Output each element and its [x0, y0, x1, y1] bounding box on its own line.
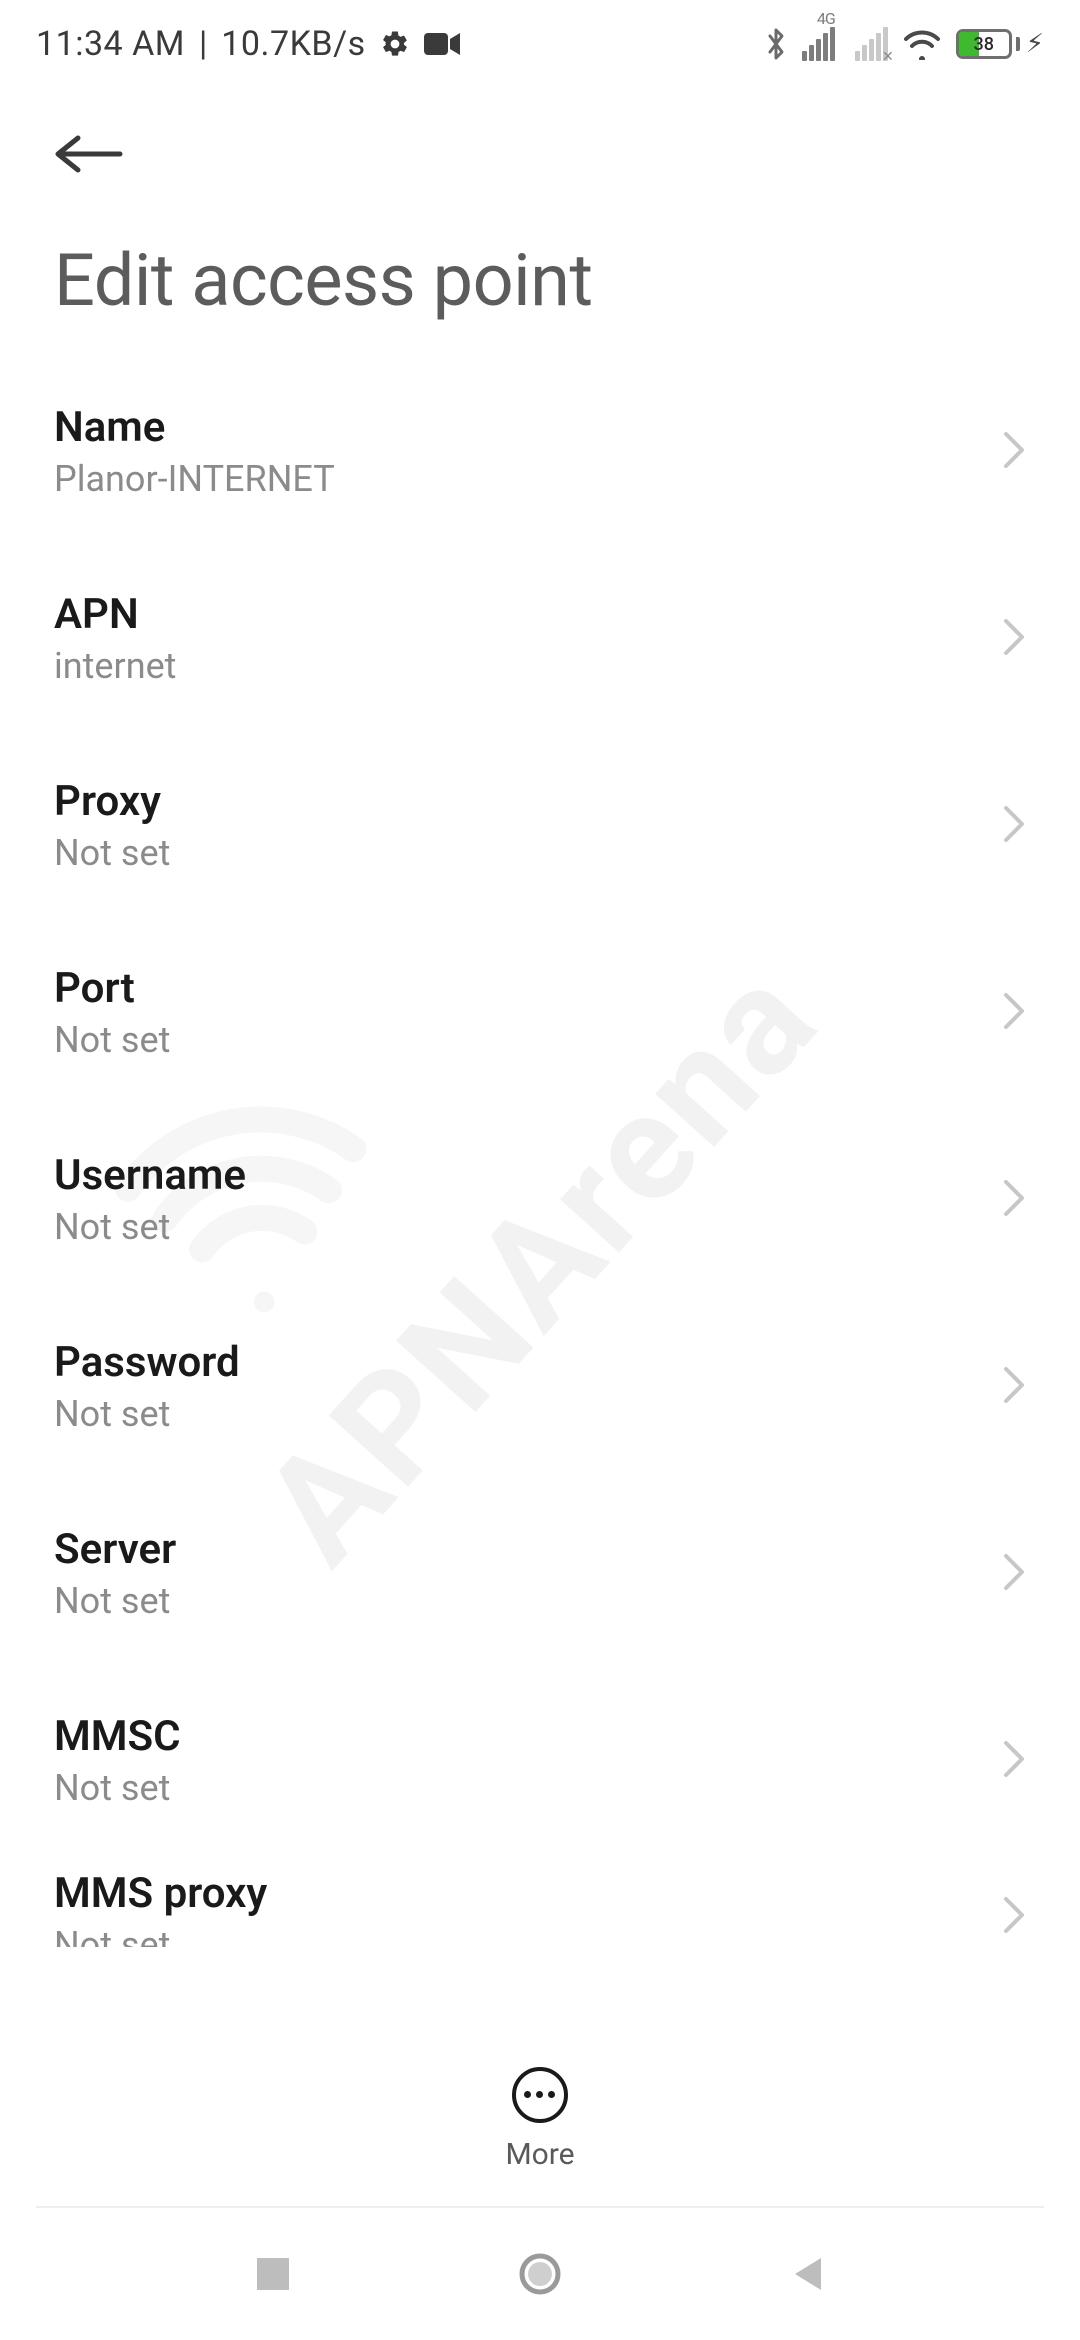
nav-back-button[interactable] [777, 2244, 837, 2304]
setting-mmsc[interactable]: MMSC Not set [54, 1668, 1026, 1855]
setting-value: Planor-INTERNET [54, 458, 335, 500]
setting-server[interactable]: Server Not set [54, 1481, 1026, 1668]
bottom-bar: More [0, 2034, 1080, 2204]
setting-value: Not set [54, 1019, 170, 1061]
status-time: 11:34 AM [36, 24, 185, 64]
camera-icon [424, 31, 460, 57]
triangle-left-icon [789, 2254, 825, 2294]
battery-indicator: 38 ⚡︎ [956, 29, 1044, 59]
settings-list: Name Planor-INTERNET APN internet Proxy … [0, 359, 1080, 1947]
setting-label: Server [54, 1525, 176, 1574]
setting-label: Proxy [54, 777, 170, 826]
wifi-icon [902, 28, 942, 60]
nav-bar [0, 2208, 1080, 2340]
chevron-right-icon [1002, 430, 1026, 474]
setting-value: Not set [54, 1924, 267, 1948]
bluetooth-icon [764, 26, 788, 62]
status-net-speed: 10.7KB/s [221, 24, 365, 64]
back-button[interactable] [54, 118, 126, 190]
setting-label: MMS proxy [54, 1869, 267, 1918]
square-icon [255, 2256, 291, 2292]
chevron-right-icon [1002, 991, 1026, 1035]
setting-value: Not set [54, 1393, 240, 1435]
arrow-left-icon [54, 134, 124, 174]
nav-home-button[interactable] [510, 2244, 570, 2304]
more-icon [512, 2067, 568, 2123]
setting-value: Not set [54, 832, 170, 874]
chevron-right-icon [1002, 1552, 1026, 1596]
nav-recents-button[interactable] [243, 2244, 303, 2304]
chevron-right-icon [1002, 804, 1026, 848]
signal-no-sim-icon: ✕ [882, 49, 894, 65]
charging-icon: ⚡︎ [1026, 29, 1044, 59]
status-bar: 11:34 AM | 10.7KB/s 4G [0, 0, 1080, 70]
setting-label: Port [54, 964, 170, 1013]
chevron-right-icon [1002, 1739, 1026, 1783]
setting-username[interactable]: Username Not set [54, 1107, 1026, 1294]
chevron-right-icon [1002, 1178, 1026, 1222]
chevron-right-icon [1002, 1895, 1026, 1939]
setting-label: MMSC [54, 1712, 181, 1761]
signal-sim2: ✕ [855, 27, 888, 61]
setting-value: Not set [54, 1206, 246, 1248]
circle-icon [518, 2252, 562, 2296]
setting-mms-proxy[interactable]: MMS proxy Not set [54, 1855, 1026, 1947]
signal-sim1: 4G [802, 27, 835, 61]
setting-label: APN [54, 590, 176, 639]
chevron-right-icon [1002, 1365, 1026, 1409]
setting-label: Name [54, 403, 335, 452]
more-button[interactable]: More [505, 2067, 574, 2172]
page-title: Edit access point [0, 190, 1080, 359]
setting-value: Not set [54, 1767, 181, 1809]
status-sep: | [199, 24, 207, 64]
battery-percent: 38 [959, 34, 1009, 55]
setting-apn[interactable]: APN internet [54, 546, 1026, 733]
signal-4g-label: 4G [817, 9, 835, 28]
setting-port[interactable]: Port Not set [54, 920, 1026, 1107]
more-label: More [505, 2137, 574, 2172]
setting-value: internet [54, 645, 176, 687]
gear-icon [380, 29, 410, 59]
status-left: 11:34 AM | 10.7KB/s [36, 24, 460, 64]
setting-value: Not set [54, 1580, 176, 1622]
setting-proxy[interactable]: Proxy Not set [54, 733, 1026, 920]
setting-password[interactable]: Password Not set [54, 1294, 1026, 1481]
setting-name[interactable]: Name Planor-INTERNET [54, 359, 1026, 546]
status-right: 4G ✕ 38 [764, 26, 1044, 62]
setting-label: Username [54, 1151, 246, 1200]
setting-label: Password [54, 1338, 240, 1387]
chevron-right-icon [1002, 617, 1026, 661]
